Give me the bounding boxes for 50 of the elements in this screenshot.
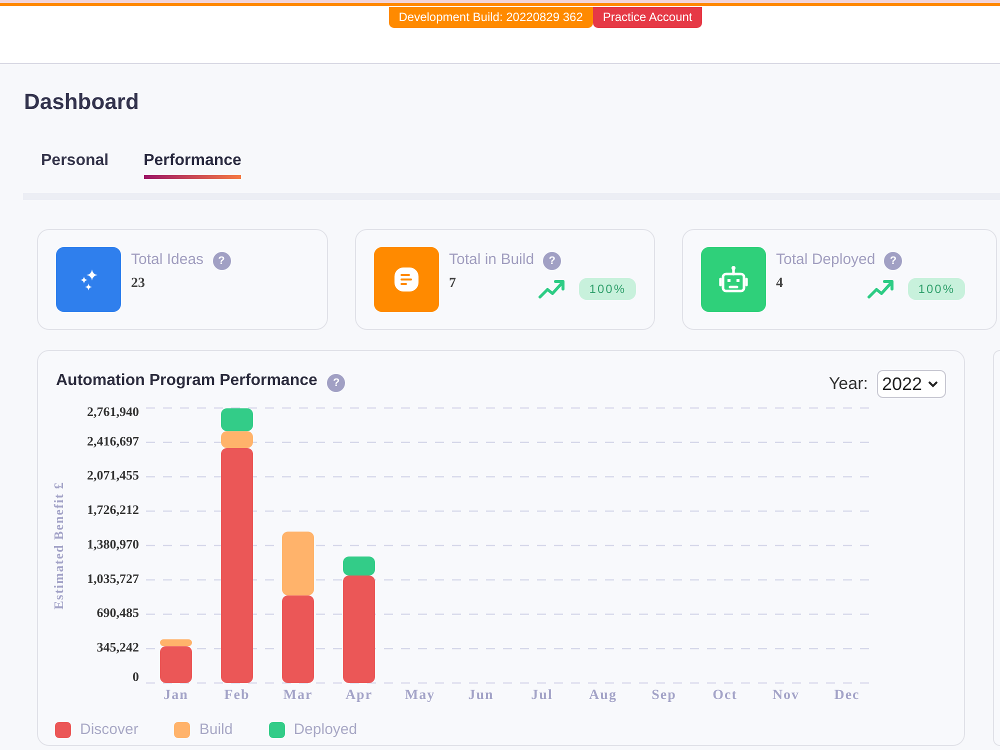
axis-category-label: Apr: [345, 688, 373, 704]
axis-category-label: Jul: [531, 688, 553, 704]
axis-category-label: Jan: [164, 688, 188, 704]
trend-up-icon: [538, 279, 566, 299]
help-icon[interactable]: ?: [212, 252, 231, 270]
axis-category-label: Sep: [652, 688, 676, 704]
axis-category-label: Feb: [224, 688, 250, 704]
axis-category-label: Nov: [772, 688, 800, 704]
stat-label: Total in Build: [449, 250, 534, 270]
axis-tick-label: 1,035,727: [87, 570, 139, 586]
legend-label: Build: [199, 721, 233, 739]
axis-category-label: Dec: [834, 688, 860, 704]
help-icon[interactable]: ?: [884, 252, 902, 270]
year-select[interactable]: 2022: [876, 370, 946, 398]
bar-segment: [221, 408, 253, 432]
stat-label: Total Deployed: [776, 250, 876, 270]
axis-title: Estimated Benefit £: [50, 481, 66, 610]
axis-category-label: Mar: [283, 688, 313, 704]
stat-value: 23: [131, 275, 145, 293]
help-icon[interactable]: ?: [543, 252, 562, 270]
axis-tick-label: 1,380,970: [87, 536, 139, 552]
legend-label: Deployed: [294, 721, 358, 739]
axis-tick-label: 1,726,212: [87, 502, 139, 518]
axis-tick-label: 2,416,697: [87, 433, 139, 448]
year-label: Year:: [828, 374, 868, 394]
axis-tick-label: 345,242: [96, 640, 139, 655]
stat-label: Total Ideas: [131, 250, 204, 270]
chevron-down-icon: [928, 380, 938, 388]
axis-category-label: Aug: [589, 688, 617, 704]
axis-tick-label: 690,485: [96, 605, 139, 620]
help-icon[interactable]: ?: [327, 374, 346, 392]
axis-category-label: Jun: [468, 688, 494, 704]
stat-value: 4: [776, 275, 783, 293]
axis-tick-label: 2,761,940: [87, 404, 139, 419]
legend-label: Discover: [80, 721, 138, 739]
axis-tick-label: 2,071,455: [87, 468, 139, 483]
chart-title: Automation Program Performance: [56, 371, 318, 391]
axis-tick-label: 0: [132, 668, 139, 684]
percent-badge: 100%: [908, 278, 965, 300]
page-title: Dashboard: [24, 88, 140, 116]
account-badge: Practice Account: [592, 7, 702, 28]
build-badge: Development Build: 20220829 362: [388, 7, 593, 28]
stat-value: 7: [449, 275, 456, 293]
percent-badge: 100%: [579, 278, 636, 300]
tab[interactable]: Performance: [144, 151, 242, 179]
bar-segment: [282, 532, 314, 596]
axis-category-label: May: [404, 688, 436, 704]
tab[interactable]: Personal: [41, 151, 109, 179]
axis-category-label: Oct: [712, 688, 738, 704]
trend-up-icon: [867, 279, 894, 299]
